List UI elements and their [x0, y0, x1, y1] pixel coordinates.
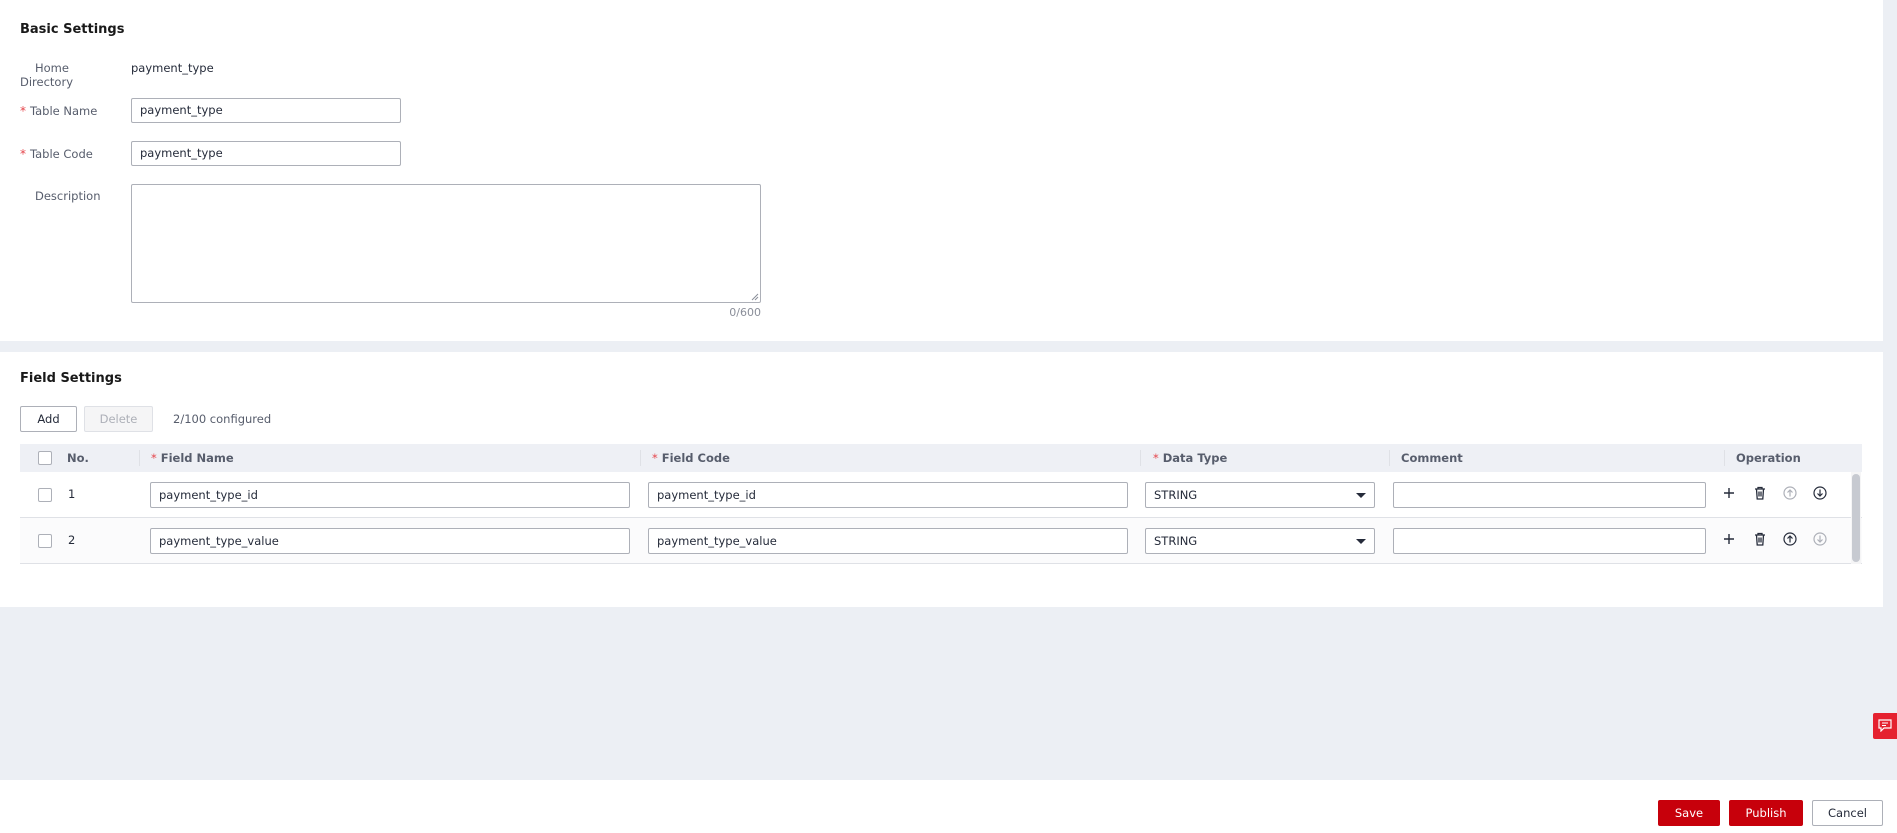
description-label: Description — [35, 189, 101, 203]
comment-input[interactable] — [1393, 482, 1706, 508]
column-data-type: * Data Type — [1153, 451, 1228, 465]
configured-count: 2/100 configured — [173, 412, 272, 426]
move-up-icon[interactable] — [1782, 531, 1798, 547]
column-field-code: * Field Code — [652, 451, 730, 465]
description-counter: 0/600 — [729, 306, 761, 319]
row-checkbox[interactable] — [38, 534, 52, 548]
column-divider — [1140, 450, 1141, 466]
field-name-input[interactable]: payment_type_value — [150, 528, 630, 554]
move-up-icon[interactable] — [1782, 485, 1798, 501]
basic-settings-title: Basic Settings — [20, 22, 125, 37]
column-divider — [1724, 450, 1725, 466]
data-type-select[interactable]: STRING — [1145, 528, 1375, 554]
row-checkbox[interactable] — [38, 488, 52, 502]
fields-table-header: No. * Field Name * Field Code * Data Type C… — [20, 444, 1862, 472]
chat-icon — [1878, 719, 1892, 732]
row-number: 2 — [68, 533, 76, 547]
plus-icon[interactable] — [1721, 485, 1737, 501]
publish-button[interactable]: Publish — [1729, 800, 1803, 826]
home-directory-value: payment_type — [131, 61, 214, 75]
footer-action-bar: Save Publish Cancel — [0, 780, 1897, 833]
field-code-input[interactable]: payment_type_id — [648, 482, 1128, 508]
data-type-value: STRING — [1154, 488, 1198, 502]
column-divider — [1389, 450, 1390, 466]
column-no: No. — [67, 451, 89, 465]
table-name-input[interactable]: payment_type — [131, 98, 401, 123]
column-operation: Operation — [1736, 451, 1801, 465]
data-type-value: STRING — [1154, 534, 1198, 548]
select-all-checkbox[interactable] — [38, 451, 52, 465]
trash-icon[interactable] — [1752, 531, 1768, 547]
description-textarea[interactable] — [131, 184, 761, 303]
chevron-down-icon — [1356, 539, 1366, 544]
row-number: 1 — [68, 487, 76, 501]
required-mark: * — [652, 451, 658, 465]
required-mark: * — [1153, 451, 1159, 465]
table-code-label: * Table Code — [20, 147, 93, 161]
feedback-button[interactable] — [1873, 713, 1897, 739]
add-field-button[interactable]: Add — [20, 406, 77, 432]
table-code-input[interactable]: payment_type — [131, 141, 401, 166]
plus-icon[interactable] — [1721, 531, 1737, 547]
required-mark: * — [20, 147, 26, 161]
field-settings-section: Field Settings Add Delete 2/100 configur… — [0, 352, 1883, 607]
resize-grip-icon[interactable] — [751, 293, 759, 301]
trash-icon[interactable] — [1752, 485, 1768, 501]
required-mark: * — [20, 104, 26, 118]
comment-input[interactable] — [1393, 528, 1706, 554]
home-directory-label: Home Directory — [20, 61, 74, 89]
table-scrollbar-thumb[interactable] — [1852, 474, 1860, 562]
move-down-icon[interactable] — [1812, 531, 1828, 547]
column-divider — [139, 450, 140, 466]
required-mark: * — [151, 451, 157, 465]
field-code-input[interactable]: payment_type_value — [648, 528, 1128, 554]
column-divider — [640, 450, 641, 466]
basic-settings-section: Basic Settings Home Directory payment_ty… — [0, 0, 1883, 341]
save-button[interactable]: Save — [1658, 800, 1720, 826]
move-down-icon[interactable] — [1812, 485, 1828, 501]
field-name-input[interactable]: payment_type_id — [150, 482, 630, 508]
data-type-select[interactable]: STRING — [1145, 482, 1375, 508]
field-settings-title: Field Settings — [20, 371, 122, 386]
table-row: 2 payment_type_value payment_type_value … — [20, 518, 1862, 564]
table-row: 1 payment_type_id payment_type_id STRING — [20, 472, 1862, 518]
table-name-label: * Table Name — [20, 104, 98, 118]
cancel-button[interactable]: Cancel — [1812, 800, 1883, 826]
chevron-down-icon — [1356, 493, 1366, 498]
column-field-name: * Field Name — [151, 451, 234, 465]
column-comment: Comment — [1401, 451, 1463, 465]
delete-field-button[interactable]: Delete — [84, 406, 153, 432]
